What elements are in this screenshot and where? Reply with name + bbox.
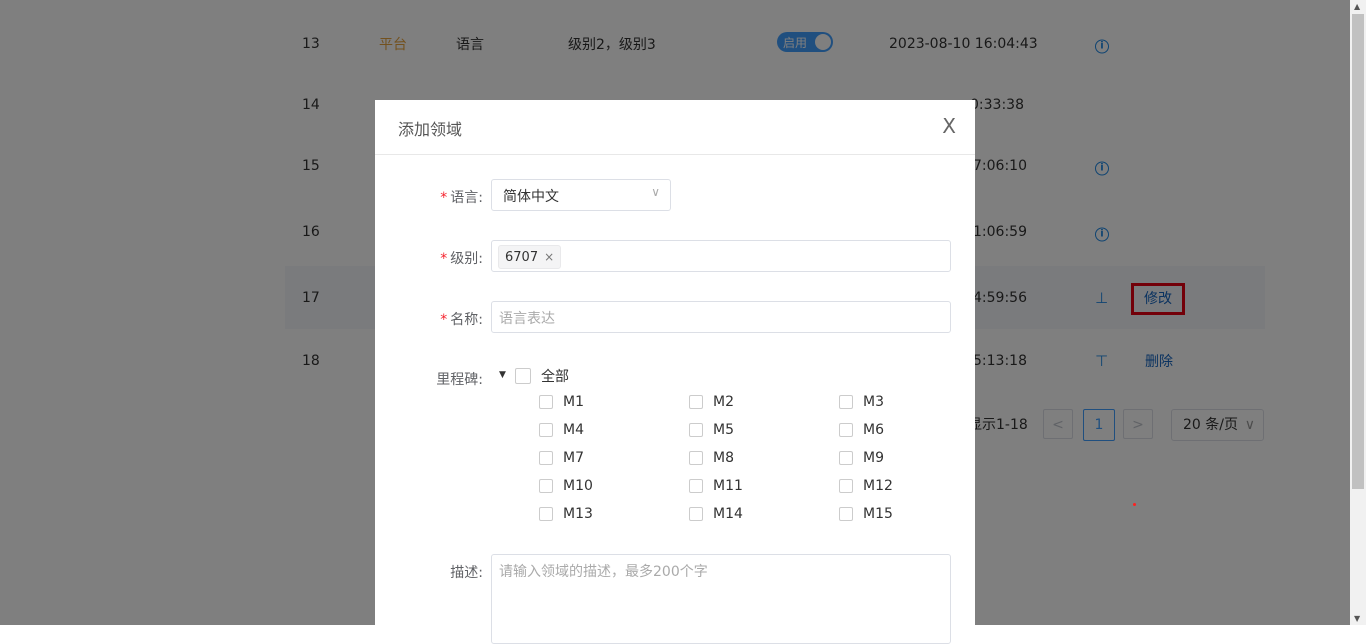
tag-remove-icon[interactable]: × (544, 250, 554, 264)
language-value: 简体中文 (503, 189, 559, 205)
milestone-checkbox[interactable]: M7 (539, 450, 584, 466)
chevron-down-icon: ∨ (651, 185, 660, 199)
milestone-label-text: M3 (863, 394, 884, 410)
milestone-checkbox[interactable]: M3 (839, 394, 884, 410)
milestone-checkbox[interactable]: M15 (839, 506, 893, 522)
milestone-checkbox[interactable]: M14 (689, 506, 743, 522)
name-label: * 名称: (440, 309, 483, 329)
milestone-all-checkbox[interactable]: 全部 (515, 366, 569, 386)
milestone-checkbox[interactable]: M5 (689, 422, 734, 438)
milestone-label-text: M13 (563, 506, 593, 522)
milestone-checkbox[interactable]: M11 (689, 478, 743, 494)
dialog-header: 添加领域 X (375, 100, 975, 155)
name-label-text: 名称: (450, 312, 483, 328)
milestone-label-text: M4 (563, 422, 584, 438)
milestone-checkbox[interactable]: M13 (539, 506, 593, 522)
description-label: 描述: (450, 565, 483, 581)
milestone-label-text: M15 (863, 506, 893, 522)
milestone-label-text: M5 (713, 422, 734, 438)
level-tag: 6707 × (498, 245, 562, 269)
name-input[interactable]: 语言表达 (491, 301, 951, 333)
milestone-label-text: M11 (713, 478, 743, 494)
scroll-down-icon[interactable]: ▼ (1354, 614, 1360, 623)
milestone-checkbox[interactable]: M6 (839, 422, 884, 438)
required-mark: * (440, 190, 448, 206)
scroll-thumb[interactable] (1352, 14, 1364, 489)
cursor-dot (1133, 503, 1136, 506)
milestone-label-text: M10 (563, 478, 593, 494)
scroll-up-icon[interactable]: ▲ (1354, 2, 1360, 11)
milestone-all-label: 全部 (541, 369, 569, 385)
milestone-label-text: M8 (713, 450, 734, 466)
close-icon[interactable]: X (942, 114, 956, 138)
milestone-checkbox[interactable]: M1 (539, 394, 584, 410)
required-mark: * (440, 251, 448, 267)
milestone-label-text: M1 (563, 394, 584, 410)
milestone-checkbox[interactable]: M4 (539, 422, 584, 438)
milestone-label-text: M12 (863, 478, 893, 494)
milestone-label: 里程碑: (436, 372, 483, 388)
milestone-label-text: M2 (713, 394, 734, 410)
milestone-checkbox[interactable]: M2 (689, 394, 734, 410)
level-label-text: 级别: (450, 251, 483, 267)
required-mark: * (440, 312, 448, 328)
language-label-text: 语言: (450, 190, 483, 206)
milestone-checkbox[interactable]: M9 (839, 450, 884, 466)
milestone-checkbox[interactable]: M12 (839, 478, 893, 494)
milestone-label-text: M7 (563, 450, 584, 466)
language-select[interactable]: 简体中文 ∨ (491, 179, 671, 211)
level-select[interactable]: 6707 × (491, 240, 951, 272)
level-tag-label: 6707 (505, 250, 539, 265)
description-textarea[interactable]: 请输入领域的描述，最多200个字 (491, 554, 951, 644)
caret-down-icon[interactable]: ▼ (499, 370, 506, 380)
milestone-label-text: M6 (863, 422, 884, 438)
scrollbar[interactable]: ▲ ▼ (1350, 0, 1366, 625)
milestone-label-text: M9 (863, 450, 884, 466)
milestone-checkbox[interactable]: M10 (539, 478, 593, 494)
language-label: * 语言: (440, 187, 483, 207)
milestone-label-text: M14 (713, 506, 743, 522)
add-domain-dialog: 添加领域 X * 语言: 简体中文 ∨ * 级别: 6707 × * 名称: 语言表达 … (375, 100, 975, 644)
level-label: * 级别: (440, 248, 483, 268)
dialog-title: 添加领域 (398, 120, 463, 139)
milestone-checkbox[interactable]: M8 (689, 450, 734, 466)
